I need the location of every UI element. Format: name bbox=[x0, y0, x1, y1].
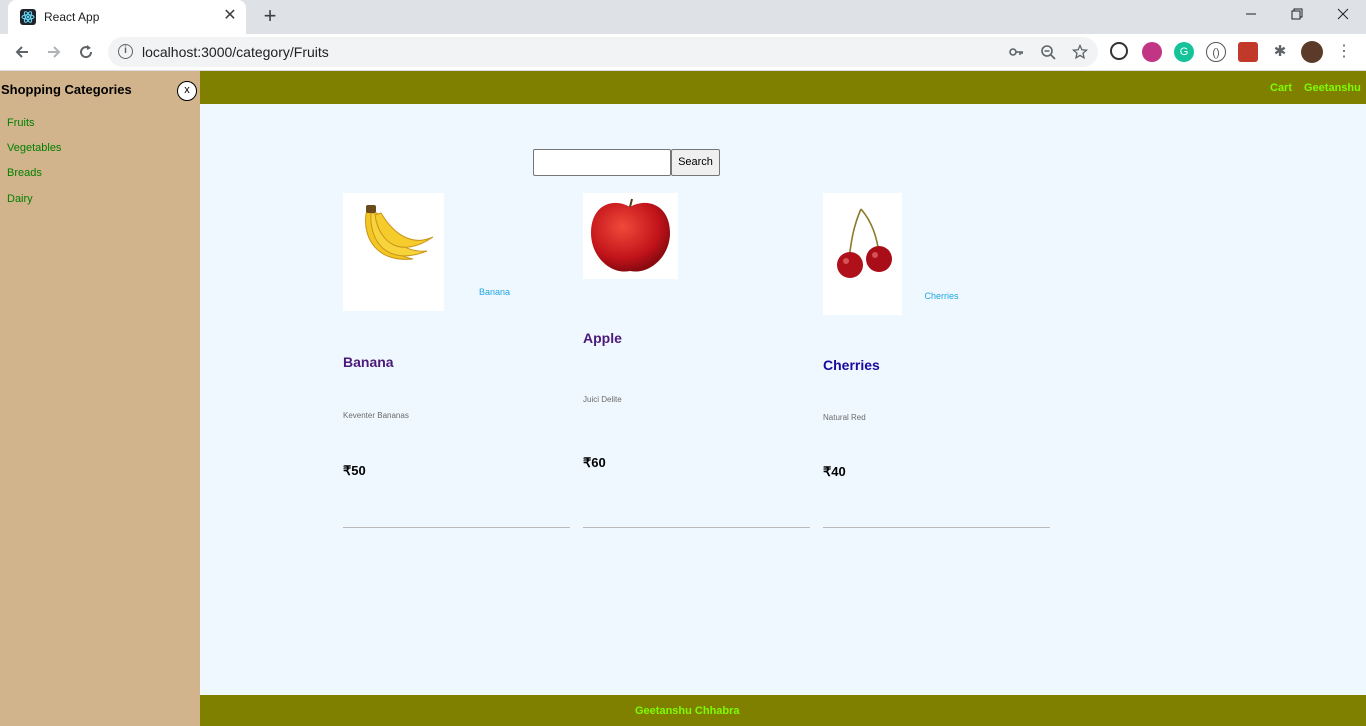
key-icon[interactable] bbox=[1006, 42, 1026, 62]
extensions-puzzle-icon[interactable]: ✱ bbox=[1270, 42, 1290, 62]
extension-tab-icon[interactable] bbox=[1110, 42, 1128, 60]
sidebar-item-vegetables[interactable]: Vegetables bbox=[7, 142, 61, 154]
product-price-apple: ₹60 bbox=[583, 455, 606, 470]
react-favicon-icon bbox=[20, 9, 36, 25]
extension-code-icon[interactable]: () bbox=[1206, 42, 1226, 62]
apple-image[interactable] bbox=[583, 193, 678, 279]
banana-image-caption: Banana bbox=[478, 287, 511, 297]
page-footer: Geetanshu Chhabra bbox=[200, 695, 1366, 726]
extension-grammarly-icon[interactable]: G bbox=[1174, 42, 1194, 62]
product-brand-cherries: Natural Red bbox=[823, 413, 866, 422]
sidebar-item-fruits[interactable]: Fruits bbox=[7, 117, 35, 129]
banana-image[interactable]: Banana bbox=[343, 193, 510, 311]
address-bar[interactable]: i localhost:3000/category/Fruits bbox=[108, 37, 1098, 67]
window-close-icon[interactable] bbox=[1328, 2, 1358, 30]
product-brand-apple: Juici Delite bbox=[583, 395, 622, 404]
product-divider bbox=[343, 527, 570, 528]
tab-title: React App bbox=[44, 10, 100, 24]
top-navbar: Cart Geetanshu bbox=[200, 71, 1366, 104]
product-card-apple[interactable]: Apple Juici Delite ₹60 bbox=[583, 193, 810, 529]
site-info-icon[interactable]: i bbox=[118, 44, 133, 59]
sidebar-item-dairy[interactable]: Dairy bbox=[7, 193, 33, 205]
extension-instagram-icon[interactable] bbox=[1142, 42, 1162, 62]
restore-icon[interactable] bbox=[1282, 2, 1312, 30]
bookmark-star-icon[interactable] bbox=[1070, 42, 1090, 62]
cherries-image-caption: Cherries bbox=[924, 291, 959, 301]
product-divider bbox=[583, 527, 810, 528]
cart-link[interactable]: Cart bbox=[1270, 82, 1292, 94]
footer-text: Geetanshu Chhabra bbox=[635, 705, 740, 717]
more-menu-icon[interactable]: ⋮ bbox=[1334, 42, 1354, 62]
cherries-image[interactable]: Cherries bbox=[823, 193, 959, 315]
new-tab-icon[interactable]: + bbox=[258, 5, 282, 29]
url-text: localhost:3000/category/Fruits bbox=[142, 44, 329, 60]
page-content: Shopping Categories x Fruits Vegetables … bbox=[0, 71, 1366, 726]
user-link[interactable]: Geetanshu bbox=[1304, 82, 1361, 94]
sidebar-item-breads[interactable]: Breads bbox=[7, 167, 42, 179]
product-name-apple: Apple bbox=[583, 330, 622, 346]
profile-avatar-icon[interactable] bbox=[1301, 41, 1323, 63]
reload-icon[interactable] bbox=[72, 38, 100, 66]
product-price-cherries: ₹40 bbox=[823, 464, 846, 479]
sidebar-title: Shopping Categories bbox=[1, 82, 132, 97]
zoom-out-icon[interactable] bbox=[1038, 42, 1058, 62]
browser-toolbar: i localhost:3000/category/Fruits G () ✱ … bbox=[0, 34, 1366, 71]
browser-tab[interactable]: React App ✕ bbox=[8, 0, 246, 34]
extension-red-icon[interactable] bbox=[1238, 42, 1258, 62]
minimize-icon[interactable] bbox=[1236, 2, 1266, 30]
browser-tabstrip: React App ✕ + bbox=[0, 0, 1366, 34]
product-price-banana: ₹50 bbox=[343, 463, 366, 478]
product-name-banana: Banana bbox=[343, 354, 394, 370]
sidebar-close-button[interactable]: x bbox=[177, 81, 197, 101]
product-card-cherries[interactable]: Cherries Cherries Natural Red ₹40 bbox=[823, 193, 1050, 529]
product-divider bbox=[823, 527, 1050, 528]
forward-icon[interactable] bbox=[40, 38, 68, 66]
search-button[interactable]: Search bbox=[671, 149, 720, 176]
product-name-cherries: Cherries bbox=[823, 357, 880, 373]
search-input[interactable] bbox=[533, 149, 671, 176]
categories-sidebar: Shopping Categories x Fruits Vegetables … bbox=[0, 71, 200, 726]
tab-close-icon[interactable]: ✕ bbox=[220, 6, 240, 26]
product-brand-banana: Keventer Bananas bbox=[343, 411, 409, 420]
back-icon[interactable] bbox=[8, 38, 36, 66]
product-card-banana[interactable]: Banana Banana Keventer Bananas ₹50 bbox=[343, 193, 570, 529]
